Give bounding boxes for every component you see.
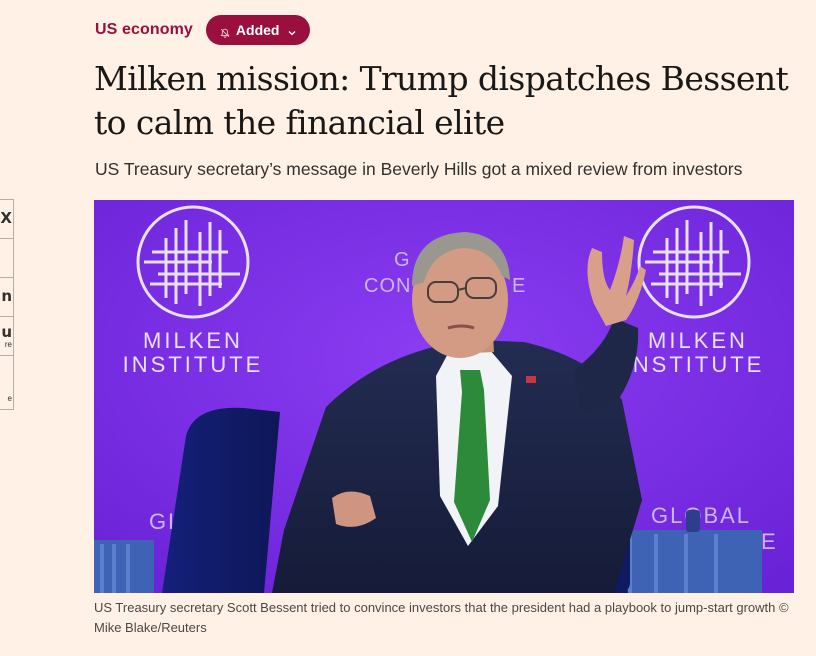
backdrop-center-line2: CON — [364, 275, 411, 297]
backdrop-left-org-line1: MILKEN — [143, 328, 243, 353]
backdrop-right-org-line1: MILKEN — [648, 328, 748, 353]
book-stack — [94, 540, 154, 593]
hero-image: MILKEN INSTITUTE GLOBAL G CON E MILKEN I… — [94, 200, 794, 593]
share-x-button[interactable]: X — [0, 200, 13, 239]
share-more-button[interactable]: u re — [0, 317, 13, 356]
backdrop-left-org-line2: INSTITUTE — [123, 352, 264, 377]
backdrop-right-org-line2: INSTITUTE — [624, 352, 765, 377]
linkedin-icon: n — [1, 287, 12, 305]
backdrop-center-line1: G — [394, 249, 410, 271]
save-article-button[interactable]: e — [0, 356, 13, 409]
backdrop-center-line3: E — [512, 275, 525, 297]
save-label: e — [7, 394, 12, 403]
backdrop-right-bottom-fragment: E — [761, 529, 776, 554]
article-headline: Milken mission: Trump dispatches Bessent… — [94, 59, 789, 142]
backdrop-right-bottom-text: GLOBAL — [651, 503, 751, 528]
share-label: re — [4, 340, 12, 349]
follow-button-label: Added — [235, 22, 280, 38]
bell-off-icon — [220, 25, 230, 38]
share-icon: u — [1, 323, 12, 341]
chevron-down-icon — [287, 25, 297, 36]
share-toolbar: X n u re e — [0, 199, 14, 410]
topic-link[interactable]: US economy — [95, 21, 193, 39]
share-linkedin-button[interactable]: n — [0, 278, 13, 317]
article-standfirst: US Treasury secretary’s message in Bever… — [95, 159, 743, 179]
topic-row: US economy Added — [95, 15, 311, 45]
x-icon: X — [0, 209, 12, 227]
share-facebook-button[interactable] — [0, 239, 13, 278]
image-caption: US Treasury secretary Scott Bessent trie… — [94, 600, 789, 635]
follow-topic-button[interactable]: Added — [205, 15, 311, 45]
